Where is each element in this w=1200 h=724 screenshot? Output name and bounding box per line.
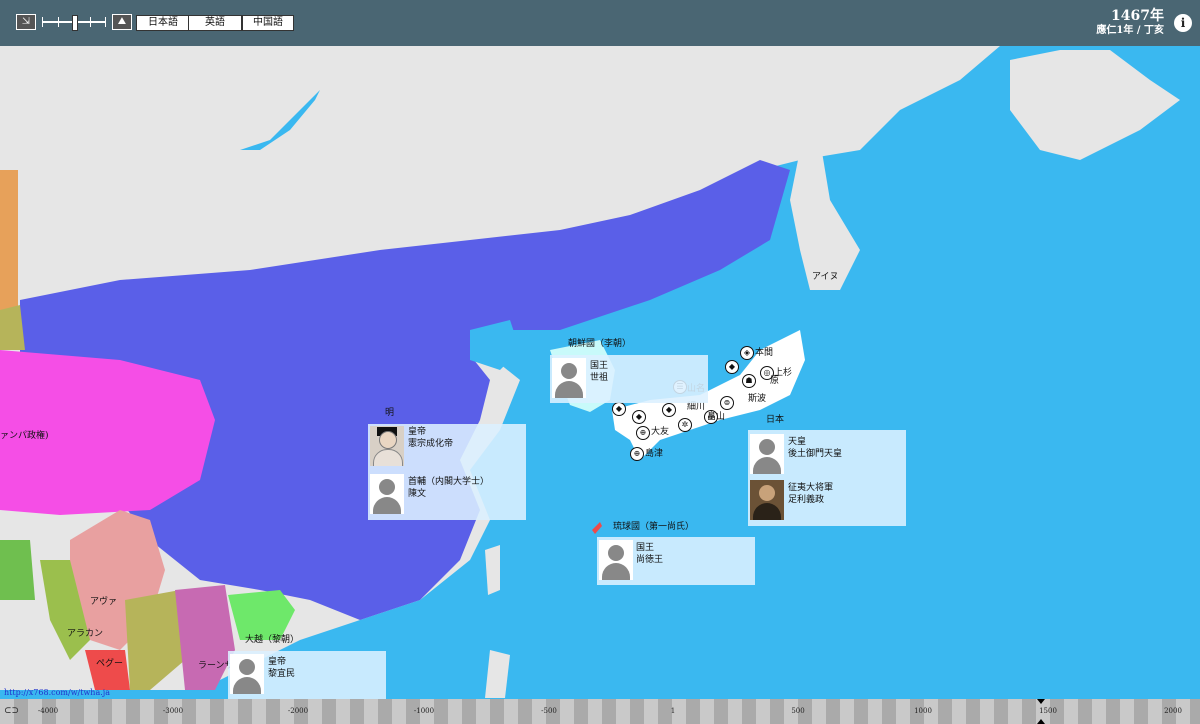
label-ainu: アイヌ: [812, 272, 839, 282]
label-clan-shiba: 斯波: [748, 394, 767, 404]
ming-ruler-title: 皇帝: [408, 427, 427, 437]
lang-button-chinese[interactable]: 中国語: [242, 15, 294, 31]
portrait-emperor-ming: [370, 426, 404, 466]
label-arakan: アラカン: [67, 629, 104, 639]
clan-crest-icon[interactable]: ⊜: [720, 396, 734, 410]
label-joseon: 朝鮮國（李朝）: [568, 339, 632, 349]
zoom-in-icon[interactable]: ⛰: [112, 14, 132, 30]
clan-crest-icon[interactable]: ⊕: [630, 447, 644, 461]
zoom-control[interactable]: ⇲ ⛰: [16, 14, 132, 31]
clan-crest-icon[interactable]: ◆: [612, 402, 626, 416]
zoom-knob[interactable]: [72, 15, 78, 31]
ming-ruler-name: 憲宗成化帝: [408, 439, 454, 449]
label-champa: ァンパ政権): [0, 431, 49, 441]
avatar-placeholder-icon: [599, 540, 633, 580]
timeline-marker-bottom[interactable]: [1037, 719, 1045, 724]
year-display: 1467年 應仁1年 / 丁亥: [1096, 8, 1164, 38]
japan-emperor-title: 天皇: [788, 437, 807, 447]
timeline-tick: 2000: [1164, 707, 1182, 715]
clan-crest-icon[interactable]: ◈: [740, 346, 754, 360]
timeline-bar[interactable]: ⊂⊃ -4000 -3000 -2000 -1000 -500 1 500 10…: [0, 699, 1200, 724]
lang-button-english[interactable]: 英語: [188, 15, 242, 31]
japan-emperor-name: 後土御門天皇: [788, 449, 843, 459]
lang-button-japanese[interactable]: 日本語: [136, 15, 190, 31]
joseon-ruler-name: 世祖: [590, 373, 609, 383]
japan-shogun-name: 足利義政: [788, 495, 825, 505]
avatar-placeholder-icon: [750, 434, 784, 474]
avatar-placeholder-icon: [552, 358, 586, 398]
ryukyu-ruler-name: 尚徳王: [636, 555, 664, 565]
label-pegu: ペグー: [96, 659, 124, 669]
label-clan-honma: 本間: [755, 348, 774, 358]
timeline-tick: -4000: [37, 707, 59, 715]
clan-crest-icon[interactable]: ◆: [632, 410, 646, 424]
timeline-tick: 1000: [914, 707, 932, 715]
zoom-slider[interactable]: [42, 15, 106, 31]
ming-chancellor-name: 陳文: [408, 489, 427, 499]
avatar-placeholder-icon: [230, 654, 264, 694]
label-clan-hara: 原: [770, 376, 780, 386]
portrait-shogun: [750, 480, 784, 520]
timeline-tick: 1500: [1039, 707, 1057, 715]
label-clan-otomo: 大友: [651, 427, 670, 437]
clan-crest-icon[interactable]: ◆: [725, 360, 739, 374]
timeline-link-icon[interactable]: ⊂⊃: [4, 706, 19, 716]
era-text: 應仁1年 / 丁亥: [1096, 25, 1164, 36]
year-text: 1467年: [1111, 8, 1164, 24]
label-clan-shimazu: 島津: [645, 449, 664, 459]
label-clan-hatakeyama: 畠山: [707, 412, 726, 422]
territory-orange: [0, 170, 18, 310]
label-ming: 明: [385, 408, 395, 418]
ryukyu-ruler-title: 国王: [636, 543, 655, 553]
clan-crest-icon[interactable]: ☗: [742, 374, 756, 388]
territory-green-west: [0, 540, 35, 600]
timeline-tick: -3000: [162, 707, 184, 715]
timeline-tick: -500: [541, 707, 557, 715]
timeline-tick: 500: [791, 707, 805, 715]
avatar-placeholder-icon: [370, 474, 404, 514]
timeline-marker-top[interactable]: [1037, 699, 1045, 704]
clan-crest-icon[interactable]: ◆: [662, 403, 676, 417]
label-ava: アヴァ: [90, 597, 118, 607]
dai-viet-ruler-name: 黎宜民: [268, 669, 296, 679]
zoom-out-icon[interactable]: ⇲: [16, 14, 36, 30]
label-dai-viet: 大越（黎朝）: [245, 635, 300, 645]
japan-shogun-title: 征夷大将軍: [788, 483, 834, 493]
timeline-tick: -2000: [287, 707, 309, 715]
person-info-icon[interactable]: i: [1174, 14, 1192, 32]
joseon-ruler-title: 国王: [590, 361, 609, 371]
label-japan: 日本: [766, 415, 785, 425]
dai-viet-ruler-title: 皇帝: [268, 657, 287, 667]
label-ryukyu: 琉球國（第一尚氏）: [613, 522, 695, 532]
source-link[interactable]: http://x768.com/w/twha.ja: [4, 688, 110, 697]
timeline-tick: 1: [670, 707, 676, 715]
ming-chancellor-title: 首輔（内閣大学士）: [408, 477, 490, 487]
clan-crest-icon[interactable]: ✲: [678, 418, 692, 432]
timeline-tick: -1000: [413, 707, 435, 715]
clan-crest-icon[interactable]: ⊕: [636, 426, 650, 440]
